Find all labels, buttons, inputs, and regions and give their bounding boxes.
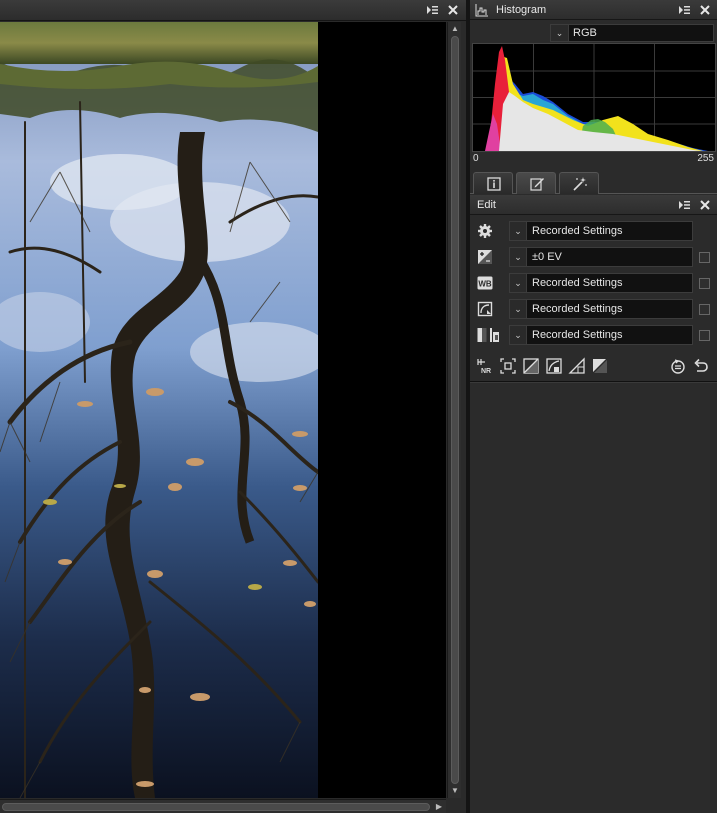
edit-toolbar: NR	[470, 355, 717, 377]
scroll-up-icon[interactable]: ▲	[449, 23, 461, 35]
panel-menu-icon[interactable]	[676, 197, 692, 213]
histogram-axis: 0 255	[470, 152, 717, 166]
active-d-lighting-icon	[477, 327, 501, 343]
adjustment-settings-select[interactable]: ⌄ Recorded Settings	[509, 221, 693, 241]
panel-divider	[470, 381, 717, 383]
horizontal-scrollbar[interactable]: ▶	[0, 799, 446, 813]
viewer-titlebar	[0, 0, 466, 21]
active-d-lighting-checkbox[interactable]	[699, 330, 710, 341]
histogram-min-label: 0	[473, 153, 479, 164]
histogram-header: Histogram	[470, 0, 717, 20]
straighten-icon[interactable]	[568, 357, 586, 375]
exposure-checkbox[interactable]	[699, 252, 710, 263]
levels-curves-icon[interactable]	[522, 357, 540, 375]
wb-icon: WB	[477, 275, 493, 291]
chevron-down-icon: ⌄	[510, 300, 527, 318]
panel-menu-icon[interactable]	[676, 2, 692, 18]
noise-reduction-icon[interactable]: NR	[476, 357, 494, 375]
history-icon[interactable]	[669, 357, 687, 375]
exposure-icon	[477, 249, 493, 265]
vertical-scroll-thumb[interactable]	[451, 36, 459, 784]
select-value: Recorded Settings	[532, 225, 623, 237]
gear-icon	[477, 223, 493, 239]
picture-control-select[interactable]: ⌄ Recorded Settings	[509, 299, 693, 319]
histogram-channel-select[interactable]: ⌄ RGB	[550, 24, 714, 42]
select-value: Recorded Settings	[532, 329, 623, 341]
select-value: Recorded Settings	[532, 303, 623, 315]
chevron-down-icon: ⌄	[510, 326, 527, 344]
select-value: Recorded Settings	[532, 277, 623, 289]
magic-wand-icon	[573, 177, 587, 191]
crop-icon[interactable]	[499, 357, 517, 375]
edit-row-white-balance: WB ⌄ Recorded Settings	[470, 272, 717, 294]
active-d-lighting-select[interactable]: ⌄ Recorded Settings	[509, 325, 693, 345]
select-value: ±0 EV	[532, 251, 562, 263]
picture-control-checkbox[interactable]	[699, 304, 710, 315]
chevron-down-icon: ⌄	[510, 274, 527, 292]
close-icon[interactable]	[697, 197, 713, 213]
scroll-right-icon[interactable]: ▶	[433, 801, 445, 813]
edit-row-adjustment-settings: ⌄ Recorded Settings	[470, 220, 717, 242]
color-adjust-icon[interactable]	[545, 357, 563, 375]
chevron-down-icon: ⌄	[510, 248, 527, 266]
edit-pencil-icon	[530, 178, 544, 191]
channel-select-value: RGB	[573, 27, 597, 39]
image-canvas[interactable]	[0, 22, 446, 798]
edit-row-active-d-lighting: ⌄ Recorded Settings	[470, 324, 717, 346]
histogram-graph	[472, 43, 716, 152]
tone-icon[interactable]	[591, 357, 609, 375]
edit-row-picture-control: ⌄ Recorded Settings	[470, 298, 717, 320]
undo-icon[interactable]	[692, 357, 710, 375]
tab-info[interactable]	[473, 172, 513, 194]
tab-edit[interactable]	[516, 172, 556, 194]
palette-tabs	[470, 170, 717, 194]
close-icon[interactable]	[445, 2, 461, 18]
app-window: ▲ ▼ ▶ Histogram ⌄ RGB 0 255 Edit ⌄ Recor…	[0, 0, 717, 813]
histogram-icon	[475, 3, 489, 17]
right-panel: Histogram ⌄ RGB 0 255 Edit ⌄ Recorded Se…	[470, 0, 717, 813]
panel-menu-icon[interactable]	[424, 2, 440, 18]
chevron-down-icon: ⌄	[510, 222, 527, 240]
edit-row-exposure: ⌄ ±0 EV	[470, 246, 717, 268]
horizontal-scroll-thumb[interactable]	[2, 803, 430, 811]
tab-adjust[interactable]	[559, 172, 599, 194]
photo-image	[0, 22, 318, 798]
edit-title: Edit	[477, 199, 496, 211]
scroll-down-icon[interactable]: ▼	[449, 785, 461, 797]
image-viewer: ▲ ▼ ▶	[0, 0, 466, 813]
nr-text: NR	[481, 368, 491, 375]
histogram-max-label: 255	[697, 153, 714, 164]
vertical-scrollbar[interactable]: ▲ ▼	[447, 22, 461, 798]
info-icon	[487, 177, 501, 191]
white-balance-checkbox[interactable]	[699, 278, 710, 289]
close-icon[interactable]	[697, 2, 713, 18]
picture-control-icon	[477, 301, 493, 317]
chevron-down-icon: ⌄	[551, 25, 569, 41]
histogram-title: Histogram	[496, 4, 547, 16]
exposure-select[interactable]: ⌄ ±0 EV	[509, 247, 693, 267]
wb-icon-text: WB	[478, 280, 492, 289]
edit-header: Edit	[470, 195, 717, 215]
white-balance-select[interactable]: ⌄ Recorded Settings	[509, 273, 693, 293]
